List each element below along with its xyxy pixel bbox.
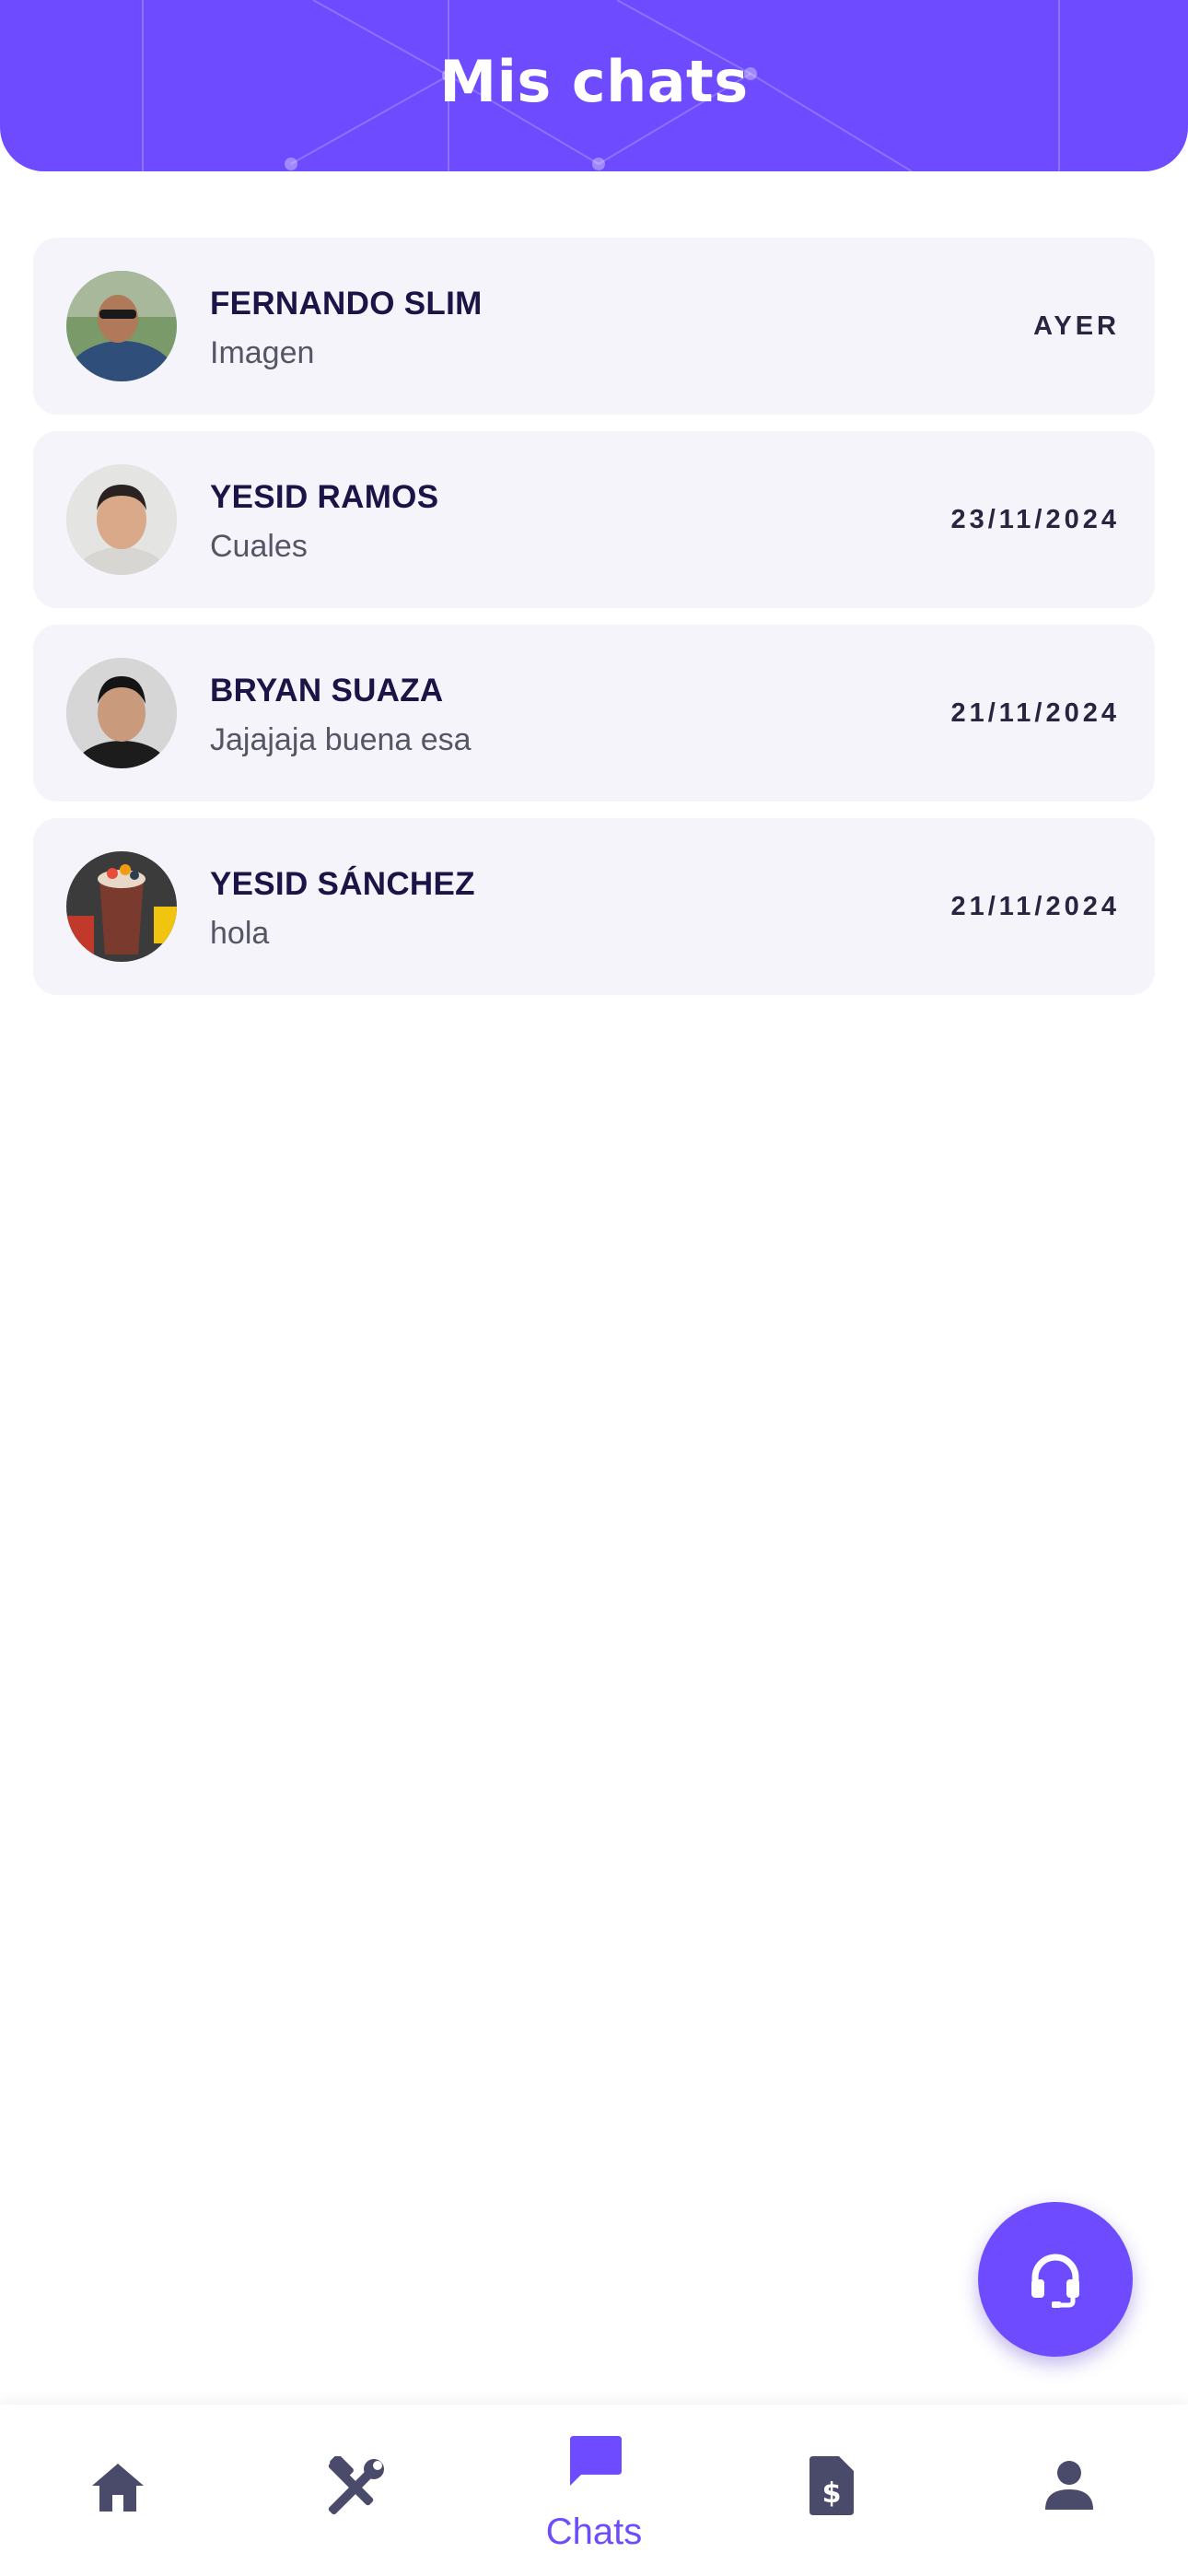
bottom-navigation: Chats $ (0, 2405, 1188, 2576)
svg-text:$: $ (822, 2477, 842, 2510)
page-title: Mis chats (439, 48, 749, 115)
nav-item-invoices[interactable]: $ (758, 2405, 905, 2576)
chat-list-item[interactable]: FERNANDO SLIM Imagen AYER (33, 238, 1155, 415)
nav-label-chats: Chats (545, 2512, 643, 2552)
avatar (66, 464, 177, 575)
tools-icon (328, 2456, 384, 2515)
user-icon (1045, 2461, 1093, 2510)
chat-list-item[interactable]: YESID SÁNCHEZ hola 21/11/2024 (33, 818, 1155, 995)
chat-contact-name: YESID SÁNCHEZ (210, 866, 475, 902)
header-bar: Mis chats (0, 0, 1188, 171)
invoice-icon: $ (809, 2456, 854, 2515)
chat-date: 21/11/2024 (950, 892, 1120, 921)
home-icon (92, 2464, 144, 2512)
chat-contact-name: FERNANDO SLIM (210, 286, 483, 322)
support-button[interactable] (978, 2202, 1133, 2357)
chat-last-message: Cuales (210, 529, 308, 564)
avatar (66, 271, 177, 381)
chat-icon (570, 2436, 622, 2486)
nav-item-home[interactable] (44, 2405, 192, 2576)
chat-list: FERNANDO SLIM Imagen AYER YESID RAMOS Cu… (33, 238, 1155, 1012)
chat-date: 21/11/2024 (950, 698, 1120, 728)
avatar (66, 851, 177, 962)
avatar (66, 658, 177, 768)
chat-last-message: Imagen (210, 335, 315, 370)
headset-icon (1031, 2254, 1079, 2308)
chat-contact-name: YESID RAMOS (210, 479, 439, 515)
nav-item-services[interactable] (282, 2405, 429, 2576)
chat-contact-name: BRYAN SUAZA (210, 673, 444, 708)
chat-last-message: Jajajaja buena esa (210, 722, 472, 757)
chat-list-item[interactable]: YESID RAMOS Cuales 23/11/2024 (33, 431, 1155, 608)
nav-item-chats[interactable]: Chats (520, 2405, 668, 2576)
chat-date: 23/11/2024 (950, 505, 1120, 534)
nav-item-profile[interactable] (996, 2405, 1143, 2576)
chat-last-message: hola (210, 916, 270, 951)
chat-date: AYER (1033, 311, 1120, 341)
chat-list-item[interactable]: BRYAN SUAZA Jajajaja buena esa 21/11/202… (33, 625, 1155, 802)
